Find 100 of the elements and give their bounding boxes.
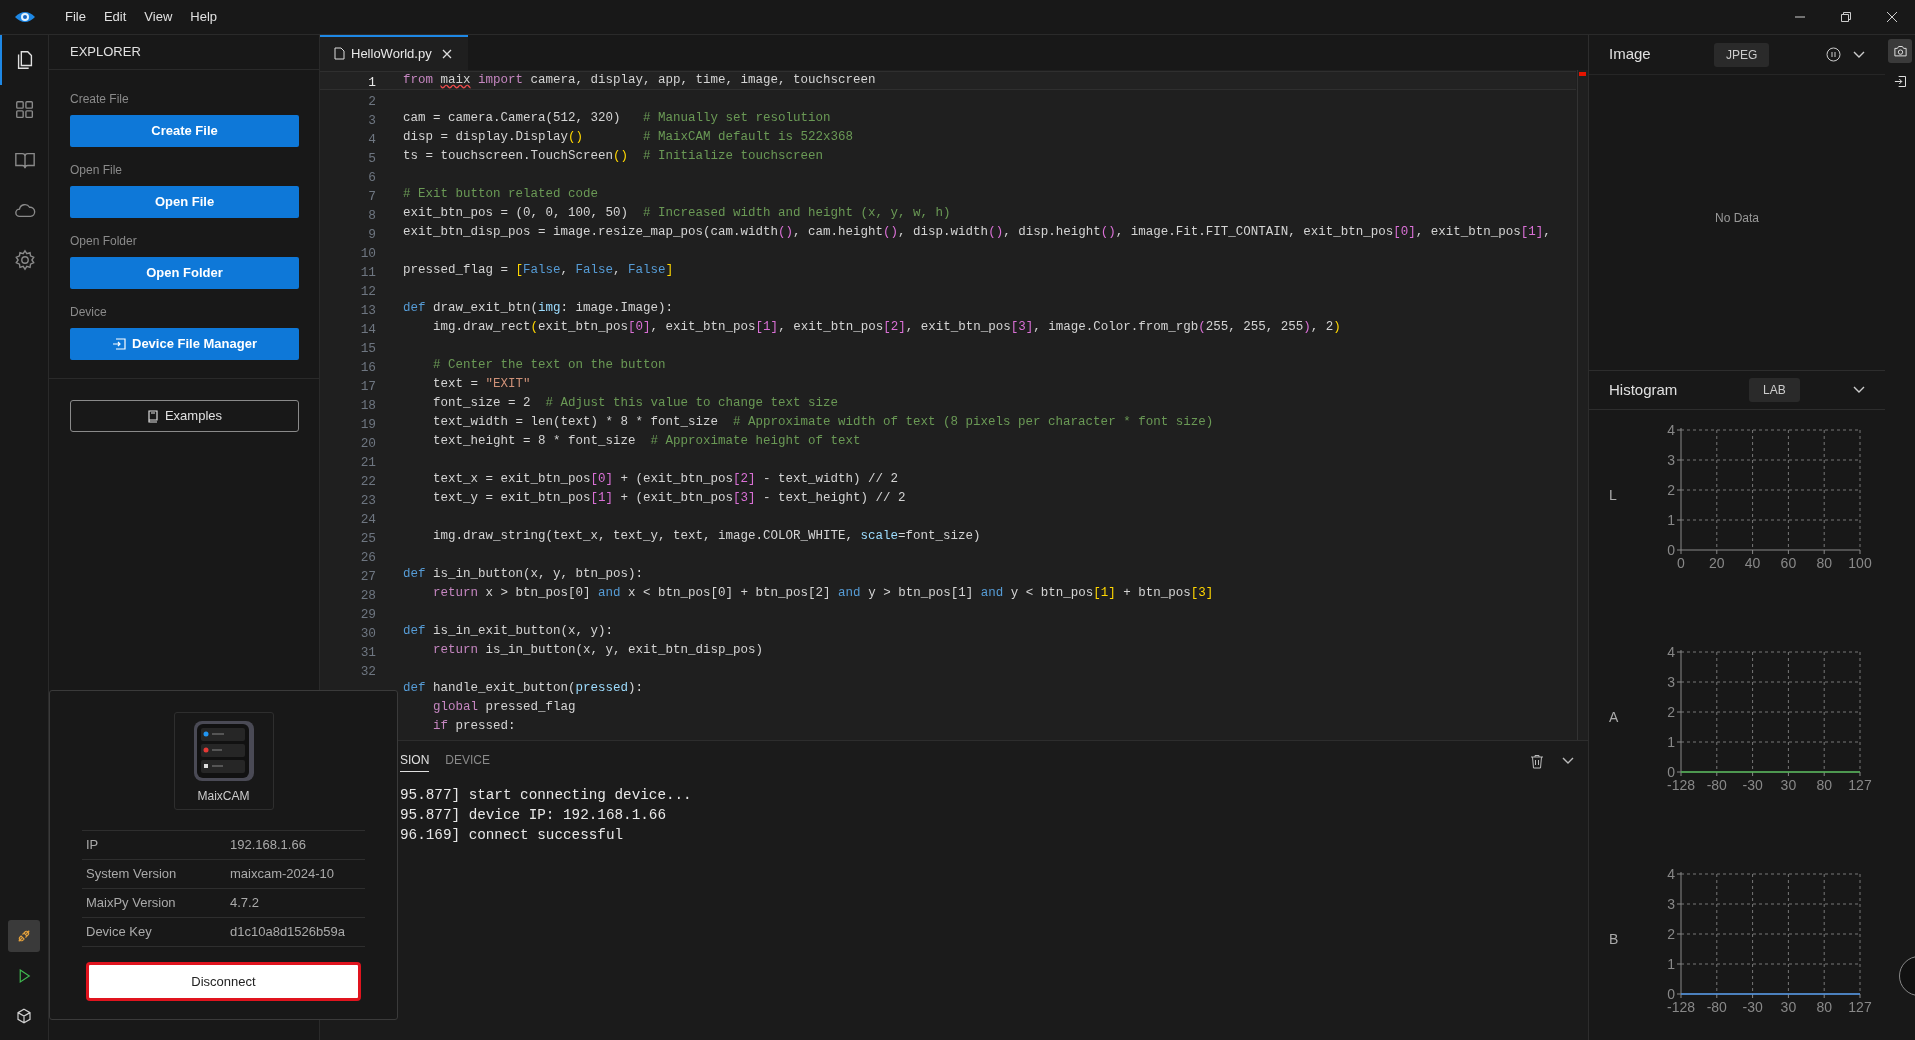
menu-item[interactable]: File (58, 7, 93, 27)
line-number: 19 (360, 416, 376, 432)
console-line: 96.169] connect successful (400, 826, 625, 845)
info-value: 192.168.1.66 (230, 836, 306, 855)
close-icon[interactable] (441, 48, 452, 59)
grid-icon[interactable] (14, 99, 36, 121)
chart-label: L (1608, 485, 1618, 505)
info-value: maixcam-2024-10 (230, 865, 335, 884)
settings-icon[interactable] (14, 249, 36, 271)
import-icon[interactable] (1892, 73, 1908, 89)
tick-label: 0 (1667, 986, 1675, 1002)
action-button[interactable]: Open Folder (70, 257, 299, 289)
menu-item[interactable]: View (137, 7, 180, 27)
action-button[interactable]: Create File (70, 115, 299, 147)
tick-label: 60 (1780, 555, 1797, 570)
action-button[interactable]: Open File (70, 186, 299, 218)
cube-icon[interactable] (15, 1007, 33, 1025)
chevron-down-icon[interactable] (1562, 757, 1574, 765)
line-number: 25 (360, 530, 376, 546)
line-number: 17 (360, 378, 376, 394)
line-number: 13 (360, 302, 376, 318)
mode-selector[interactable]: LAB (1749, 378, 1800, 402)
panel-tab[interactable]: DEVICE (445, 750, 491, 772)
line-number: 26 (360, 549, 376, 565)
tick-label: 127 (1848, 777, 1872, 792)
chevron-down-icon[interactable] (1853, 50, 1865, 59)
device-name: MaixCAM (197, 788, 250, 805)
app-logo (14, 9, 36, 25)
line-number: 9 (368, 226, 376, 242)
tick-label: 30 (1780, 999, 1797, 1014)
tick-label: 1 (1667, 512, 1675, 528)
line-number: 23 (360, 492, 376, 508)
pause-icon[interactable] (1826, 47, 1841, 62)
info-value: d1c10a8d1526b59a (230, 923, 345, 942)
book-icon (146, 409, 159, 423)
file-icon (334, 47, 345, 60)
tick-label: 40 (1744, 555, 1761, 570)
code-line: exit_btn_disp_pos = image.resize_map_pos(cam.width(), cam.height(), disp.width(), disp.height(), image.Fit.FIT_CONTAIN, exit_btn_pos[0], exit_btn_pos[1], (403, 224, 1551, 242)
menu-item[interactable]: Help (183, 7, 225, 27)
code-line: cam = camera.Camera(512, 320) # Manually set resolution (403, 110, 831, 128)
code-line: disp = display.Display() # MaixCAM default is 522x368 (403, 129, 854, 147)
line-number: 16 (360, 359, 376, 375)
console-line: 95.877] start connecting device... (400, 786, 693, 805)
code-line: return x > btn_pos[0] and x < btn_pos[0] + btn_pos[2] and y > btn_pos[1] and y < btn_pos[1] + btn_pos[3] (432, 585, 1214, 603)
line-number: 12 (360, 283, 376, 299)
format-selector[interactable]: JPEG (1714, 42, 1770, 67)
tick-label: 30 (1780, 777, 1797, 792)
tick-label: 1 (1667, 734, 1675, 750)
line-number: 1 (368, 74, 376, 90)
menu-item[interactable]: Edit (96, 7, 134, 27)
chevron-down-icon[interactable] (1853, 386, 1865, 394)
action-button[interactable]: Device File Manager (70, 328, 299, 360)
tick-label: 3 (1667, 896, 1675, 912)
error-marker (1579, 72, 1586, 76)
line-number: 2 (368, 93, 376, 109)
section-label: Open File (70, 162, 124, 179)
tick-label: 4 (1667, 866, 1675, 882)
section-label: Device (70, 304, 108, 321)
code-line: exit_btn_pos = (0, 0, 100, 50) # Increased width and height (x, y, w, h) (403, 205, 951, 223)
info-label: System Version (86, 865, 178, 884)
line-number: 21 (360, 454, 376, 470)
tick-label: -128 (1667, 777, 1695, 792)
line-number: 3 (368, 112, 376, 128)
line-number: 29 (360, 606, 376, 622)
tick-label: -80 (1706, 999, 1727, 1014)
code-line: text_y = exit_btn_pos[1] + (exit_btn_pos[3] - text_height) // 2 (432, 490, 906, 508)
code-line: global pressed_flag (432, 699, 576, 717)
code-line: def is_in_exit_button(x, y): (403, 623, 614, 641)
code-line: img.draw_rect(exit_btn_pos[0], exit_btn_pos[1], exit_btn_pos[2], exit_btn_pos[3], image.Color.from_rgb(255, 255, 255), 2) (432, 319, 1341, 337)
info-label: Device Key (86, 923, 153, 942)
line-number: 24 (360, 511, 376, 527)
editor-tab[interactable]: HelloWorld.py (320, 35, 468, 70)
tick-label: 100 (1848, 555, 1872, 570)
close-icon[interactable] (1886, 11, 1898, 23)
tick-label: 3 (1667, 674, 1675, 690)
disconnect-button[interactable]: Disconnect (86, 962, 361, 1001)
examples-button[interactable]: Examples (70, 400, 299, 432)
camera-icon[interactable] (1892, 43, 1908, 59)
code-line: def is_in_button(x, y, btn_pos): (403, 566, 644, 584)
line-number: 5 (368, 150, 376, 166)
code-line: text_x = exit_btn_pos[0] + (exit_btn_pos[2] - text_width) // 2 (432, 471, 899, 489)
code-line: img.draw_string(text_x, text_y, text, image.COLOR_WHITE, scale=font_size) (432, 528, 981, 546)
info-value: 4.7.2 (230, 894, 259, 913)
code-line: if pressed: (432, 718, 516, 736)
code-line: text = "EXIT" (432, 376, 531, 394)
panel-tab[interactable]: SION (400, 750, 430, 772)
line-number: 7 (368, 188, 376, 204)
restore-icon[interactable] (1840, 11, 1852, 23)
tick-label: 80 (1816, 777, 1832, 792)
tick-label: 80 (1816, 999, 1832, 1014)
tick-label: 80 (1816, 555, 1832, 570)
trash-icon[interactable] (1530, 753, 1544, 769)
line-number: 28 (360, 587, 376, 603)
code-line: # Exit button related code (403, 186, 599, 204)
tick-label: 1 (1667, 956, 1675, 972)
line-number: 22 (360, 473, 376, 489)
chart-label: A (1608, 707, 1620, 727)
tick-label: 3 (1667, 452, 1675, 468)
line-number: 4 (368, 131, 376, 147)
code-line: def draw_exit_btn(img: image.Image): (403, 300, 674, 318)
